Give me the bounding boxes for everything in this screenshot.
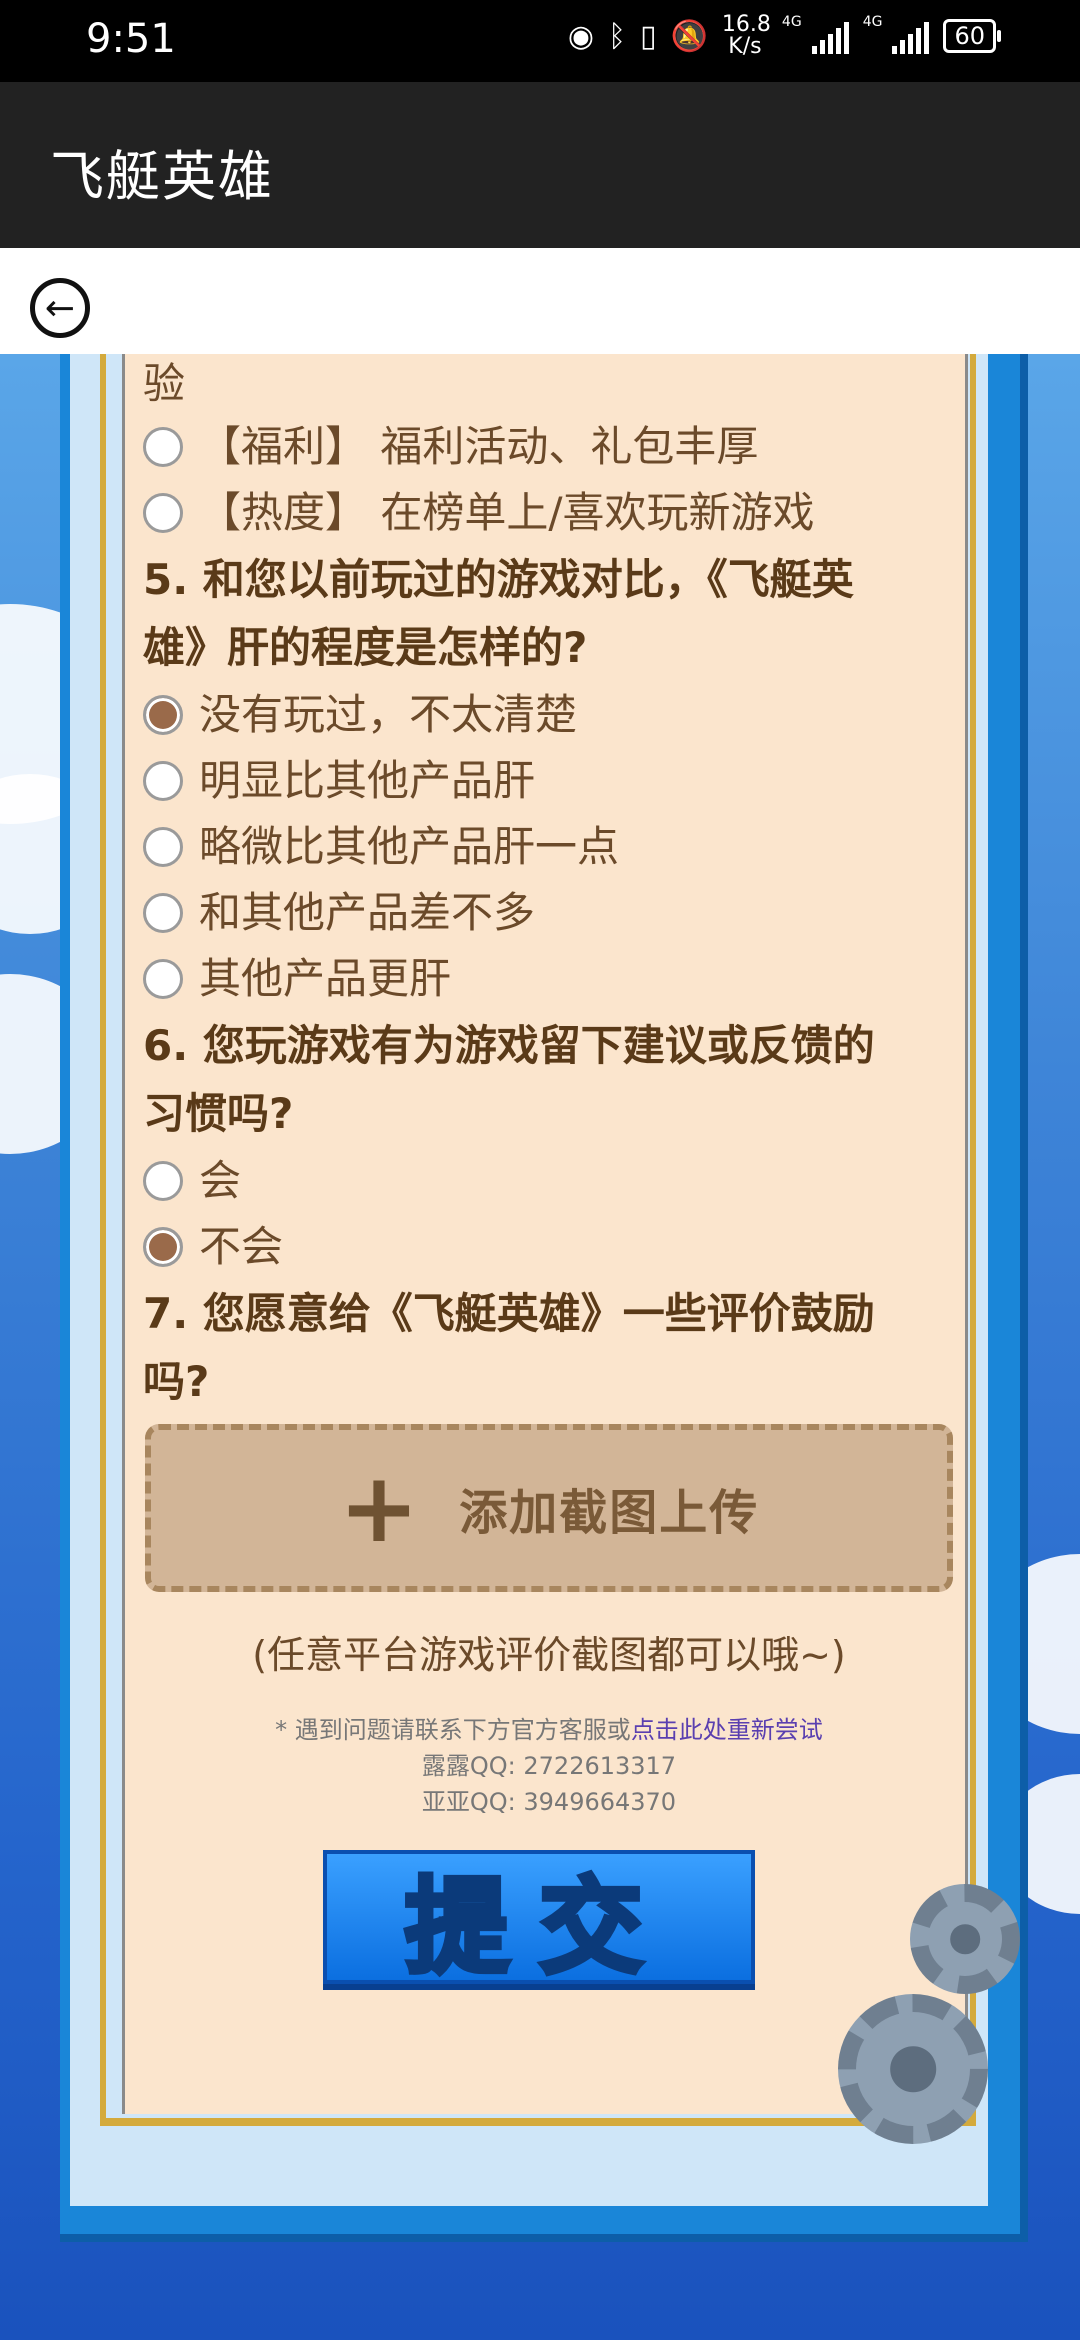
option-label: 其他产品更肝 bbox=[199, 954, 452, 1003]
upload-screenshot-button[interactable]: + 添加截图上传 bbox=[145, 1424, 953, 1592]
question-6-title: 6. 您玩游戏有为游戏留下建议或反馈的 习惯吗? bbox=[143, 1012, 943, 1148]
question-7-line1: 7. 您愿意给《飞艇英雄》一些评价鼓励 bbox=[143, 1289, 875, 1338]
option-label: 不会 bbox=[199, 1222, 284, 1271]
question-7-title: 7. 您愿意给《飞艇英雄》一些评价鼓励 吗? bbox=[143, 1280, 943, 1416]
back-arrow-icon[interactable]: ← bbox=[30, 278, 90, 338]
network-speed: 16.8 K/s bbox=[721, 12, 771, 59]
app-bar: 飞艇英雄 bbox=[0, 82, 1080, 248]
battery-icon: 60 bbox=[943, 19, 1001, 53]
signal-icon-2 bbox=[892, 18, 930, 54]
survey-scene: 验 【福利】 福利活动、礼包丰厚 【热度】 在榜单上/喜欢玩新游戏 5. 和您以… bbox=[0, 354, 1080, 2340]
option-label: 【福利】 福利活动、礼包丰厚 bbox=[199, 422, 759, 471]
speed-value: 16.8 bbox=[721, 12, 771, 37]
frame-gold-line bbox=[970, 354, 976, 2124]
radio-button[interactable] bbox=[143, 959, 183, 999]
radio-button[interactable] bbox=[143, 827, 183, 867]
network-type-1: 4G bbox=[781, 14, 802, 30]
upload-hint: (任意平台游戏评价截图都可以哦~) bbox=[252, 1633, 846, 1677]
radio-button-selected[interactable] bbox=[143, 1227, 183, 1267]
contact-qq-1: 露露QQ: 2722613317 bbox=[421, 1752, 677, 1780]
retry-link[interactable]: 点击此处重新尝试 bbox=[631, 1716, 823, 1744]
app-title: 飞艇英雄 bbox=[50, 145, 274, 208]
network-type-2: 4G bbox=[862, 14, 883, 30]
option-item[interactable]: 会 bbox=[143, 1148, 943, 1214]
frame-gold-line bbox=[100, 354, 106, 2124]
vibrate-icon: ▯ bbox=[640, 18, 657, 54]
gear-icon bbox=[910, 1884, 1020, 1994]
radio-button[interactable] bbox=[143, 893, 183, 933]
option-item[interactable]: 没有玩过，不太清楚 bbox=[143, 682, 943, 748]
question-6-line2: 习惯吗? bbox=[143, 1089, 294, 1138]
gear-icon bbox=[838, 1994, 988, 2144]
option-item[interactable]: 和其他产品差不多 bbox=[143, 880, 943, 946]
survey-content: 验 【福利】 福利活动、礼包丰厚 【热度】 在榜单上/喜欢玩新游戏 5. 和您以… bbox=[143, 354, 943, 1416]
submit-button[interactable]: 提交 bbox=[323, 1850, 755, 1990]
upload-label: 添加截图上传 bbox=[459, 1485, 760, 1541]
question-5-title: 5. 和您以前玩过的游戏对比，《飞艇英 雄》肝的程度是怎样的? bbox=[143, 546, 943, 682]
partial-text: 验 bbox=[143, 359, 186, 408]
status-bar: 9:51 ◉ ᛒ ▯ 🔕 16.8 K/s 4G 4G 60 bbox=[0, 0, 1080, 82]
radio-button[interactable] bbox=[143, 761, 183, 801]
radio-button-selected[interactable] bbox=[143, 695, 183, 735]
signal-icon-1 bbox=[811, 18, 849, 54]
bluetooth-icon: ᛒ bbox=[608, 18, 627, 54]
radio-button[interactable] bbox=[143, 427, 183, 467]
mute-bell-icon: 🔕 bbox=[670, 18, 708, 54]
option-item[interactable]: 略微比其他产品肝一点 bbox=[143, 814, 943, 880]
contact-prefix: * 遇到问题请联系下方官方客服或 bbox=[275, 1716, 631, 1744]
option-item[interactable]: 【福利】 福利活动、礼包丰厚 bbox=[143, 414, 943, 480]
question-5-line1: 5. 和您以前玩过的游戏对比，《飞艇英 bbox=[143, 555, 854, 604]
question-7-line2: 吗? bbox=[143, 1357, 210, 1406]
radio-button[interactable] bbox=[143, 493, 183, 533]
survey-paper: 验 【福利】 福利活动、礼包丰厚 【热度】 在榜单上/喜欢玩新游戏 5. 和您以… bbox=[122, 354, 968, 2114]
status-icons: ◉ ᛒ ▯ 🔕 16.8 K/s 4G 4G 60 bbox=[567, 12, 1001, 59]
option-label: 略微比其他产品肝一点 bbox=[199, 822, 620, 871]
nav-bar: ← bbox=[0, 248, 1080, 354]
option-item[interactable]: 其他产品更肝 bbox=[143, 946, 943, 1012]
contact-info: * 遇到问题请联系下方官方客服或点击此处重新尝试 露露QQ: 272261331… bbox=[145, 1712, 953, 1820]
option-label: 明显比其他产品肝 bbox=[199, 756, 536, 805]
option-item[interactable]: 明显比其他产品肝 bbox=[143, 748, 943, 814]
option-label: 会 bbox=[199, 1156, 242, 1205]
option-label: 【热度】 在榜单上/喜欢玩新游戏 bbox=[199, 488, 815, 537]
contact-qq-2: 亚亚QQ: 3949664370 bbox=[421, 1788, 677, 1816]
plus-icon: + bbox=[338, 1452, 420, 1564]
frame-gold-line bbox=[100, 2118, 976, 2126]
option-label: 没有玩过，不太清楚 bbox=[199, 690, 578, 739]
option-item[interactable]: 不会 bbox=[143, 1214, 943, 1280]
speed-unit: K/s bbox=[728, 34, 762, 59]
status-time: 9:51 bbox=[86, 16, 176, 62]
option-label: 和其他产品差不多 bbox=[199, 888, 536, 937]
question-5-line2: 雄》肝的程度是怎样的? bbox=[143, 623, 588, 672]
eye-icon: ◉ bbox=[567, 18, 595, 54]
question-6-line1: 6. 您玩游戏有为游戏留下建议或反馈的 bbox=[143, 1021, 875, 1070]
radio-button[interactable] bbox=[143, 1161, 183, 1201]
option-item[interactable]: 【热度】 在榜单上/喜欢玩新游戏 bbox=[143, 480, 943, 546]
contact-line: * 遇到问题请联系下方官方客服或点击此处重新尝试 bbox=[145, 1712, 953, 1748]
